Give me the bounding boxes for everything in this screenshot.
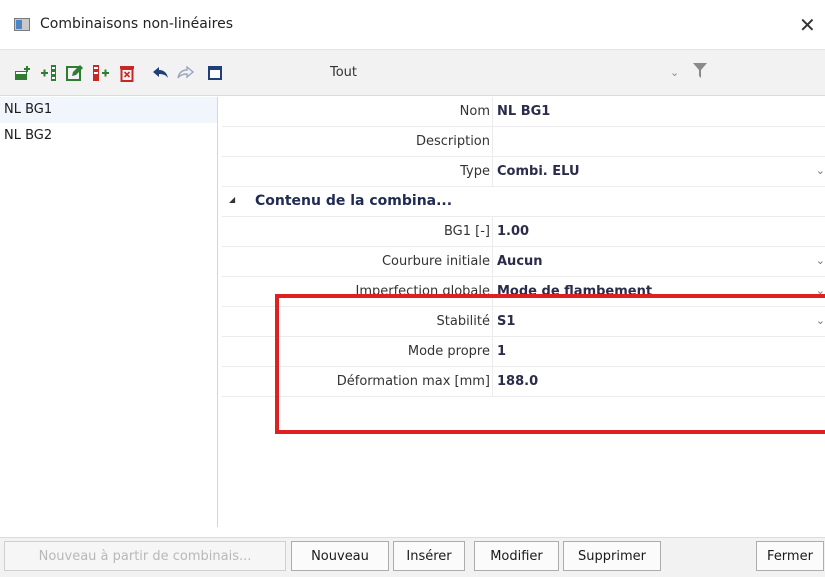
section-title: Contenu de la combina...	[255, 193, 453, 209]
properties-panel: Nom NL BG1 Description Type Combi. ELU ⌄…	[222, 97, 825, 397]
list-item-nl-bg1[interactable]: NL BG1	[0, 97, 217, 123]
close-button[interactable]: Fermer	[756, 541, 824, 571]
property-label: Stabilité	[436, 314, 491, 329]
toolbar: Tout ⌄	[0, 50, 825, 96]
section-header[interactable]: ◢ Contenu de la combina...	[222, 187, 825, 217]
insert-item-icon[interactable]	[38, 62, 60, 84]
name-field[interactable]: NL BG1	[497, 104, 550, 119]
property-label: Déformation max [mm]	[336, 374, 490, 389]
redo-icon[interactable]	[174, 62, 196, 84]
property-row-nom: Nom NL BG1	[222, 97, 825, 127]
property-row-description: Description	[222, 127, 825, 157]
property-row-stabilite: Stabilité S1 ⌄	[222, 307, 825, 337]
property-label: Courbure initiale	[381, 254, 490, 269]
delete-icon[interactable]	[116, 62, 138, 84]
close-window-button[interactable]: ✕	[799, 8, 825, 42]
type-select[interactable]: Combi. ELU	[497, 164, 580, 179]
edit-icon[interactable]	[64, 62, 86, 84]
chevron-down-icon[interactable]: ⌄	[670, 66, 679, 79]
property-label: Description	[415, 134, 490, 149]
filter-value: Tout	[330, 65, 358, 80]
copy-item-icon[interactable]	[90, 62, 112, 84]
filter-select[interactable]	[320, 60, 720, 86]
delete-button[interactable]: Supprimer	[563, 541, 661, 571]
chevron-down-icon[interactable]: ⌄	[816, 164, 825, 177]
eigen-mode-field[interactable]: 1	[497, 344, 506, 359]
collapse-triangle-icon[interactable]: ◢	[229, 195, 235, 204]
table-icon[interactable]	[204, 62, 226, 84]
chevron-down-icon[interactable]: ⌄	[816, 284, 825, 297]
app-window-icon	[14, 18, 30, 31]
title-bar: Combinaisons non-linéaires ✕	[0, 0, 825, 50]
chevron-down-icon[interactable]: ⌄	[816, 314, 825, 327]
property-row-type: Type Combi. ELU ⌄	[222, 157, 825, 187]
list-item-nl-bg2[interactable]: NL BG2	[0, 123, 217, 149]
initial-curvature-select[interactable]: Aucun	[497, 254, 543, 269]
modify-button[interactable]: Modifier	[474, 541, 559, 571]
property-row-imperfection: Imperfection globale Mode de flambement …	[222, 277, 825, 307]
property-row-deformation: Déformation max [mm] 188.0	[222, 367, 825, 397]
property-row-courbure: Courbure initiale Aucun ⌄	[222, 247, 825, 277]
property-label: BG1 [-]	[443, 224, 490, 239]
global-imperfection-select[interactable]: Mode de flambement	[497, 284, 652, 299]
property-label: Mode propre	[407, 344, 490, 359]
new-from-combination-button[interactable]: Nouveau à partir de combinais...	[4, 541, 286, 571]
property-row-mode-propre: Mode propre 1	[222, 337, 825, 367]
bg1-factor-field[interactable]: 1.00	[497, 224, 529, 239]
undo-icon[interactable]	[150, 62, 172, 84]
button-bar: Nouveau à partir de combinais... Nouveau…	[0, 537, 825, 577]
property-label: Imperfection globale	[355, 284, 491, 299]
window-title: Combinaisons non-linéaires	[40, 16, 234, 32]
property-label: Type	[460, 164, 490, 179]
new-button[interactable]: Nouveau	[291, 541, 389, 571]
stability-select[interactable]: S1	[497, 314, 515, 329]
chevron-down-icon[interactable]: ⌄	[816, 254, 825, 267]
property-row-bg1: BG1 [-] 1.00	[222, 217, 825, 247]
max-deformation-field[interactable]: 188.0	[497, 374, 538, 389]
insert-button[interactable]: Insérer	[393, 541, 465, 571]
new-item-icon[interactable]	[12, 62, 34, 84]
combination-list: NL BG1 NL BG2	[0, 97, 218, 527]
property-label: Nom	[459, 104, 490, 119]
filter-icon[interactable]	[693, 63, 707, 83]
